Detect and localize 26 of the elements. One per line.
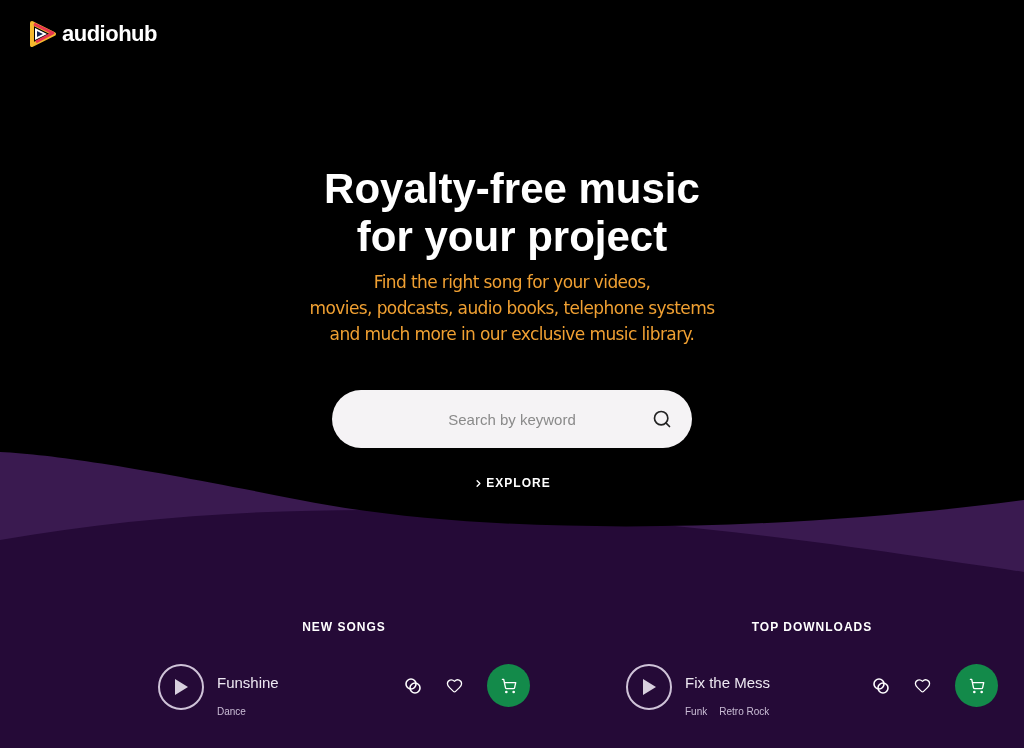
- genre-tag[interactable]: Funk: [685, 707, 708, 717]
- section-heading: NEW SONGS: [302, 619, 386, 636]
- link-icon[interactable]: [404, 676, 422, 695]
- logo-text[interactable]: audiohub: [62, 17, 157, 50]
- play-icon: [642, 679, 656, 695]
- explore-link[interactable]: EXPLORE: [473, 474, 551, 492]
- cart-icon: [500, 677, 517, 694]
- search-field[interactable]: Search by keyword: [332, 390, 692, 448]
- genre-tag[interactable]: Retro Rock: [719, 707, 770, 717]
- link-icon[interactable]: [872, 676, 890, 695]
- cart-button[interactable]: [487, 664, 530, 707]
- section-heading: TOP DOWNLOADS: [751, 619, 873, 636]
- play-button[interactable]: [158, 664, 204, 710]
- play-icon: [174, 679, 188, 695]
- play-button[interactable]: [626, 664, 672, 710]
- cart-icon: [968, 677, 985, 694]
- heart-icon[interactable]: [446, 677, 463, 694]
- cart-button[interactable]: [955, 664, 998, 707]
- search-icon[interactable]: [652, 409, 672, 429]
- song-title[interactable]: Funshine: [217, 675, 279, 690]
- genre-tag[interactable]: Dance: [217, 707, 246, 717]
- song-title[interactable]: Fix the Mess: [685, 675, 771, 690]
- logo-icon: [27, 18, 57, 49]
- hero-title: Royalty-free music for your project: [324, 165, 700, 261]
- hero-subtitle: Find the right song for your videos, movies, podcasts, audio books, telephone systems and much more in our exclusive music library.: [309, 271, 715, 346]
- heart-icon[interactable]: [914, 677, 931, 694]
